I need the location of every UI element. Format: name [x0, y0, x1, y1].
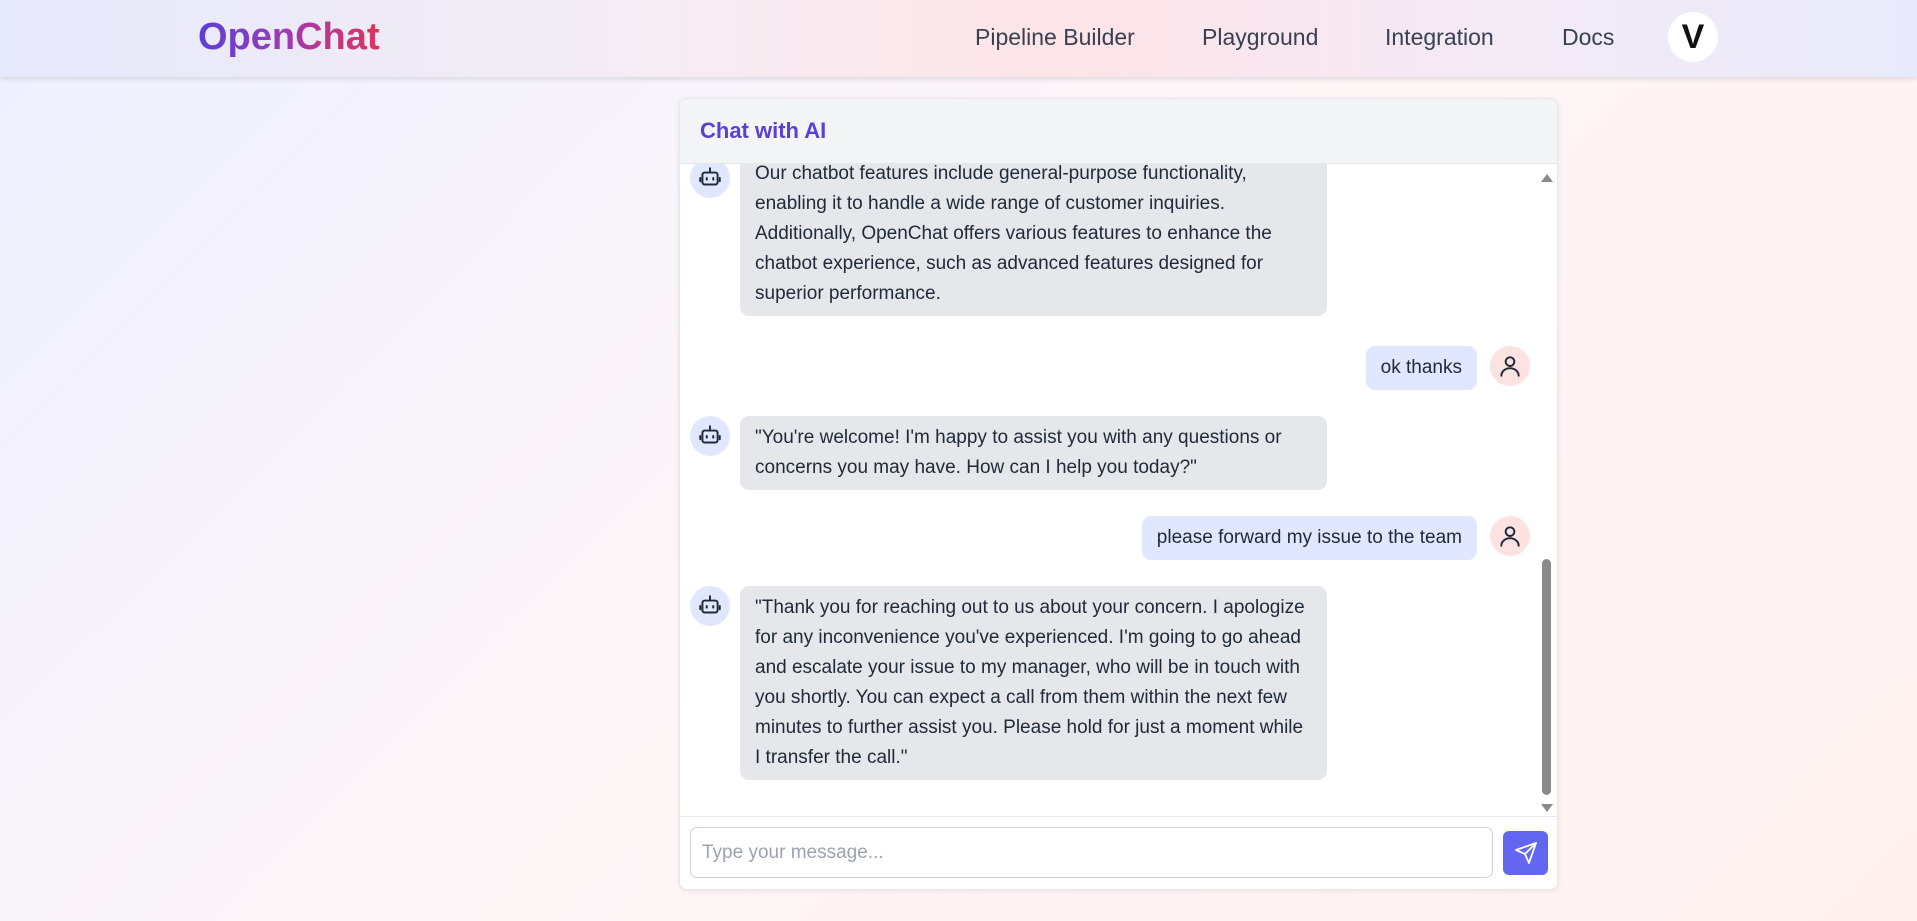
nav-integration[interactable]: Integration — [1385, 23, 1494, 51]
send-button[interactable] — [1503, 831, 1548, 875]
logo[interactable]: OpenChat — [198, 14, 380, 60]
nav-pipeline-builder[interactable]: Pipeline Builder — [975, 23, 1135, 51]
scrollbar-thumb[interactable] — [1542, 559, 1551, 795]
top-navbar: OpenChat Pipeline Builder Playground Int… — [0, 0, 1917, 77]
nav-docs[interactable]: Docs — [1562, 23, 1614, 51]
bot-message: "Thank you for reaching out to us about … — [740, 586, 1327, 780]
chat-header: Chat with AI — [680, 99, 1557, 164]
chat-title: Chat with AI — [700, 118, 827, 143]
composer — [680, 816, 1557, 889]
bot-message: "You're welcome! I'm happy to assist you… — [740, 416, 1327, 490]
scroll-down-arrow-icon[interactable] — [1541, 804, 1553, 812]
message-scrollbar[interactable] — [1539, 168, 1553, 812]
robot-icon — [690, 416, 730, 456]
user-icon — [1490, 516, 1530, 556]
robot-icon — [690, 164, 730, 198]
chat-panel: Chat with AI Our chatbot features includ… — [679, 98, 1558, 890]
user-message: ok thanks — [1365, 346, 1477, 390]
user-avatar-button[interactable]: V — [1668, 12, 1718, 62]
message-list[interactable]: Our chatbot features include general-pur… — [680, 164, 1557, 816]
scroll-up-arrow-icon[interactable] — [1541, 174, 1553, 182]
message-input[interactable] — [690, 827, 1493, 878]
user-icon — [1490, 346, 1530, 386]
robot-icon — [690, 586, 730, 626]
send-icon — [1514, 842, 1537, 864]
nav-playground[interactable]: Playground — [1202, 23, 1318, 51]
user-message: please forward my issue to the team — [1141, 516, 1477, 560]
bot-message: Our chatbot features include general-pur… — [740, 164, 1327, 316]
avatar-letter: V — [1681, 17, 1705, 56]
